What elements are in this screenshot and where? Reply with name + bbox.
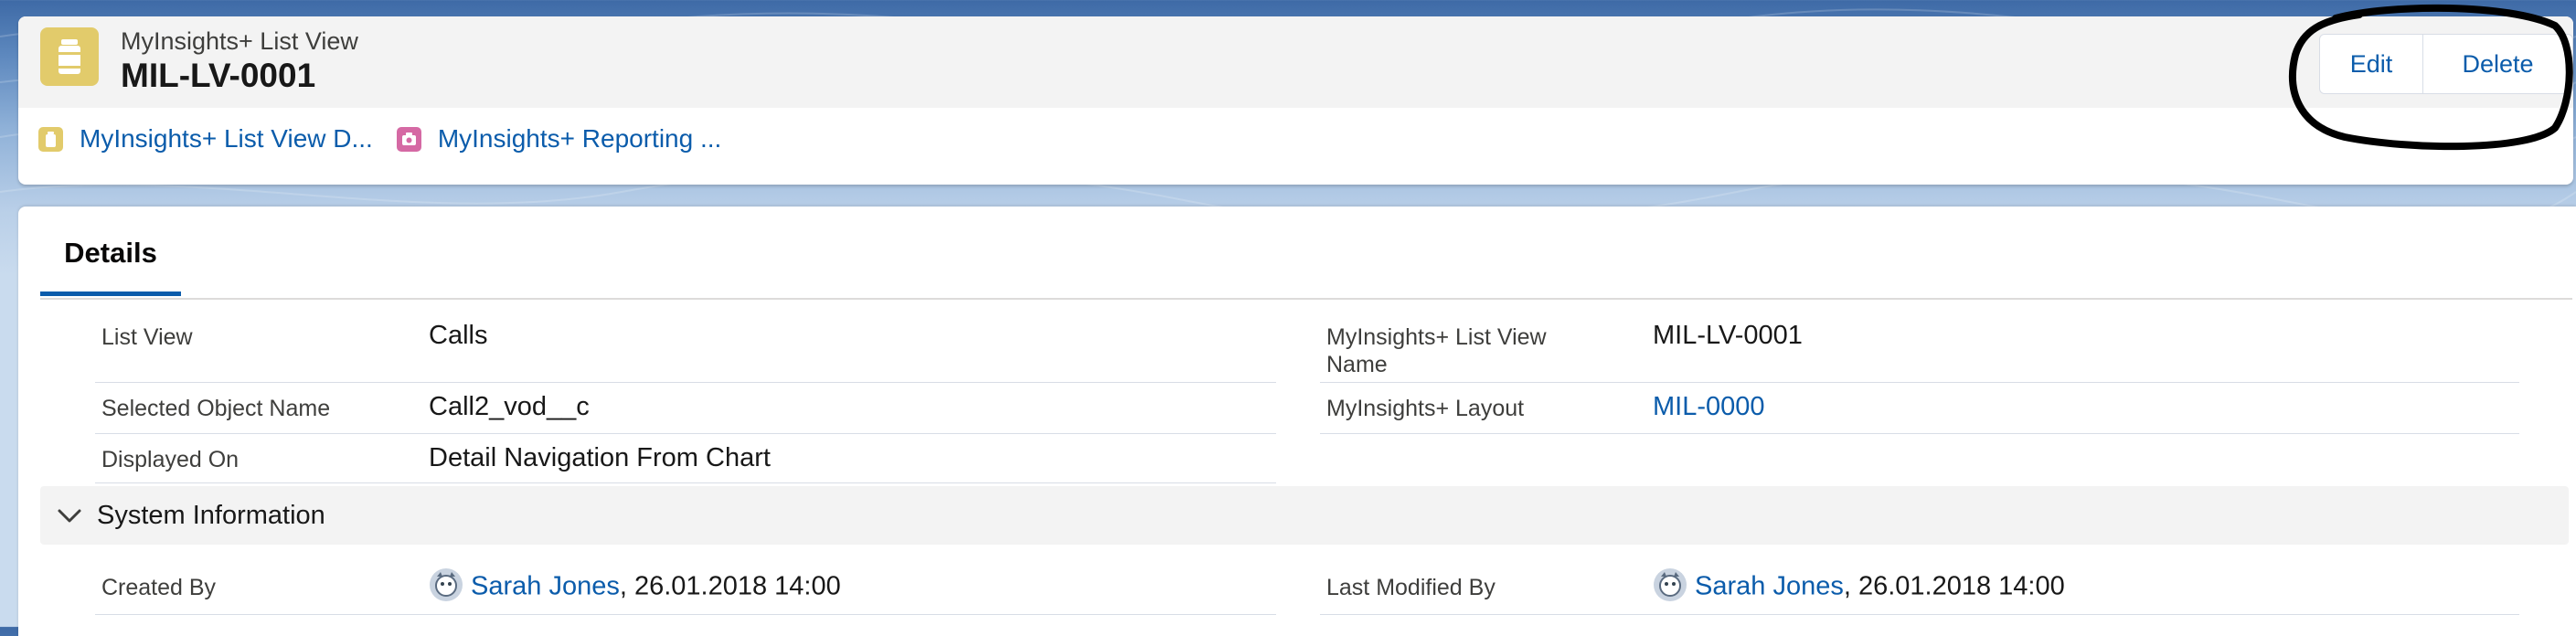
field-value-last-modified-by: Sarah Jones, 26.01.2018 14:00 (1653, 568, 2065, 605)
field-divider (1320, 614, 2519, 615)
edit-button[interactable]: Edit (2320, 35, 2422, 93)
field-divider (1320, 433, 2519, 434)
delete-button[interactable]: Delete (2422, 35, 2572, 93)
field-divider (95, 482, 1276, 483)
field-label-list-view-name: MyInsights+ List View Name (1326, 324, 1547, 377)
tab-bar: Details (40, 207, 2572, 300)
modified-by-user-link[interactable]: Sarah Jones (1695, 572, 1844, 601)
tab-details[interactable]: Details (40, 207, 181, 296)
layout-link[interactable]: MIL-0000 (1653, 391, 1765, 422)
object-type-label: MyInsights+ List View (121, 27, 358, 55)
section-title: System Information (97, 500, 325, 530)
field-label-last-modified-by: Last Modified By (1326, 575, 1496, 600)
clipboard-can-icon (40, 27, 99, 86)
modified-date: , 26.01.2018 14:00 (1843, 571, 2065, 601)
related-link-list-view-definition[interactable]: MyInsights+ List View D... (38, 124, 373, 154)
field-value-list-view-name: MIL-LV-0001 (1653, 321, 1803, 350)
field-value-list-view: Calls (429, 321, 488, 350)
details-panel: Details List View Calls MyInsights+ List… (18, 207, 2576, 636)
camera-icon (396, 126, 421, 152)
record-header-top: MyInsights+ List View MIL-LV-0001 Edit D… (18, 16, 2573, 108)
record-title: MIL-LV-0001 (121, 57, 316, 94)
related-link-reporting[interactable]: MyInsights+ Reporting ... (396, 124, 721, 154)
created-date: , 26.01.2018 14:00 (619, 571, 841, 601)
related-link-label[interactable]: MyInsights+ Reporting ... (438, 124, 721, 154)
field-divider (95, 614, 1276, 615)
user-avatar-icon (1654, 568, 1687, 601)
field-divider (1320, 382, 2519, 383)
field-divider (95, 433, 1276, 434)
chevron-down-icon (58, 509, 81, 523)
created-by-user-link[interactable]: Sarah Jones (471, 572, 620, 601)
user-avatar-icon (430, 568, 463, 601)
field-value-created-by: Sarah Jones, 26.01.2018 14:00 (429, 568, 841, 605)
field-label-displayed-on: Displayed On (101, 447, 240, 472)
section-toggle-system-information[interactable]: System Information (40, 486, 2569, 545)
related-link-label[interactable]: MyInsights+ List View D... (80, 124, 373, 154)
action-button-group: Edit Delete (2319, 34, 2573, 94)
field-label-created-by: Created By (101, 575, 217, 600)
field-label-list-view: List View (101, 324, 193, 350)
field-value-selected-object: Call2_vod__c (429, 392, 590, 421)
record-header: MyInsights+ List View MIL-LV-0001 Edit D… (18, 16, 2573, 185)
field-label-selected-object: Selected Object Name (101, 396, 331, 421)
field-divider (95, 382, 1276, 383)
field-label-layout: MyInsights+ Layout (1326, 396, 1525, 421)
field-value-displayed-on: Detail Navigation From Chart (429, 443, 771, 472)
related-list-quick-links: MyInsights+ List View D... MyInsights+ R… (38, 124, 745, 154)
list-view-icon (38, 126, 63, 152)
